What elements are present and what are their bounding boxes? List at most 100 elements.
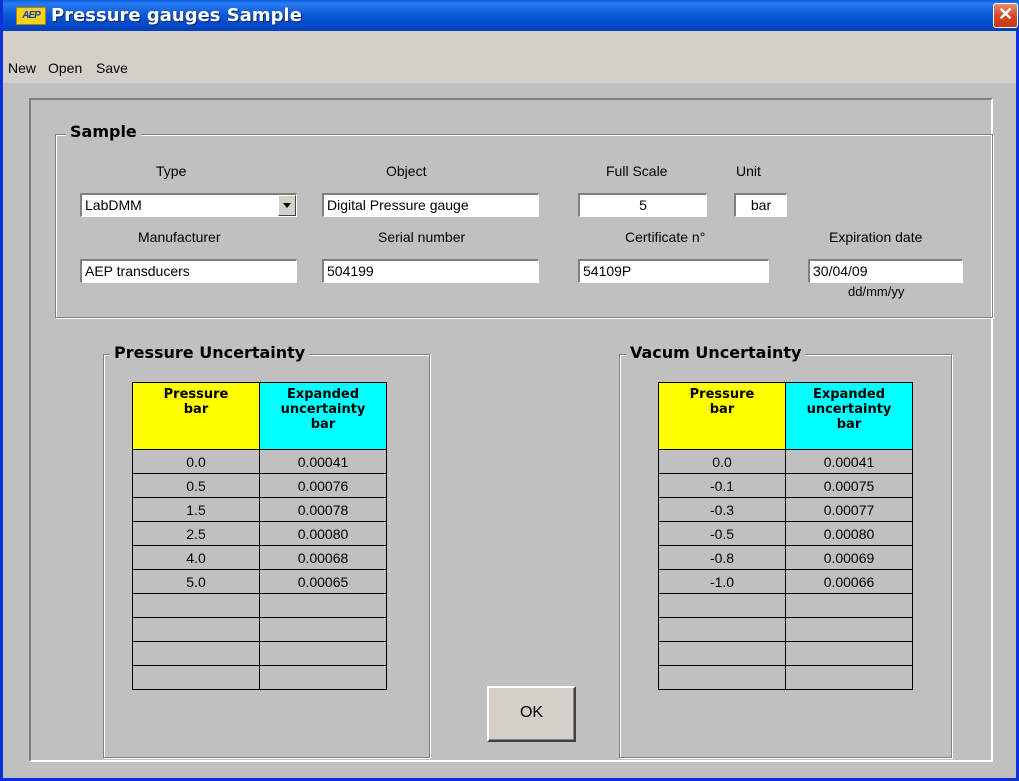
- sample-group: Sample Type LabDMM Object Digital Pressu…: [55, 122, 993, 318]
- table-cell[interactable]: 0.00080: [259, 521, 387, 546]
- date-format-hint: dd/mm/yy: [848, 284, 905, 299]
- table-cell[interactable]: [132, 641, 260, 666]
- vacuum-legend: Vacum Uncertainty: [626, 343, 806, 362]
- table-cell[interactable]: 2.5: [132, 521, 260, 546]
- main-panel: Sample Type LabDMM Object Digital Pressu…: [29, 98, 993, 762]
- table-cell[interactable]: 0.00065: [259, 569, 387, 594]
- table-cell[interactable]: [658, 617, 786, 642]
- unit-field[interactable]: bar: [734, 193, 787, 217]
- close-button[interactable]: ✕: [993, 3, 1018, 28]
- table-cell[interactable]: 0.00080: [785, 521, 913, 546]
- uncertainty-col-header: Expanded uncertainty bar: [259, 382, 387, 450]
- client-area: Sample Type LabDMM Object Digital Pressu…: [9, 86, 1013, 772]
- pressure-legend: Pressure Uncertainty: [110, 343, 310, 362]
- table-row: -1.0 0.00066: [658, 569, 913, 594]
- table-row: 0.5 0.00076: [132, 473, 387, 498]
- table-cell[interactable]: [132, 617, 260, 642]
- table-row: [132, 593, 387, 618]
- table-row: -0.1 0.00075: [658, 473, 913, 498]
- table-row: [658, 617, 913, 642]
- sample-legend: Sample: [66, 122, 141, 141]
- type-select[interactable]: LabDMM: [80, 193, 297, 217]
- table-cell[interactable]: 0.00069: [785, 545, 913, 570]
- table-cell[interactable]: 1.5: [132, 497, 260, 522]
- unit-label: Unit: [736, 163, 761, 179]
- table-row: -0.3 0.00077: [658, 497, 913, 522]
- table-cell[interactable]: [658, 665, 786, 690]
- menu-save[interactable]: Save: [96, 60, 128, 76]
- manufacturer-label: Manufacturer: [138, 229, 221, 245]
- table-row: 5.0 0.00065: [132, 569, 387, 594]
- table-cell[interactable]: [132, 665, 260, 690]
- table-row: [132, 617, 387, 642]
- table-cell[interactable]: [259, 593, 387, 618]
- table-cell[interactable]: [259, 665, 387, 690]
- table-cell[interactable]: [785, 617, 913, 642]
- table-cell[interactable]: 0.5: [132, 473, 260, 498]
- table-row: [132, 641, 387, 666]
- app-logo-icon: AEP: [16, 7, 46, 25]
- menu-open[interactable]: Open: [48, 60, 82, 76]
- table-cell[interactable]: [658, 641, 786, 666]
- table-row: [658, 665, 913, 690]
- vacuum-table: Pressure bar Expanded uncertainty bar 0.0 0.…: [658, 382, 913, 690]
- table-row: 1.5 0.00078: [132, 497, 387, 522]
- table-cell[interactable]: [259, 617, 387, 642]
- table-row: 0.0 0.00041: [658, 449, 913, 474]
- expiration-field[interactable]: 30/04/09: [808, 259, 963, 283]
- table-cell[interactable]: 0.00068: [259, 545, 387, 570]
- table-cell[interactable]: 0.00076: [259, 473, 387, 498]
- certificate-field[interactable]: 54109P: [578, 259, 769, 283]
- table-cell[interactable]: -0.5: [658, 521, 786, 546]
- table-cell[interactable]: 5.0: [132, 569, 260, 594]
- table-row: [132, 665, 387, 690]
- ok-button[interactable]: OK: [487, 686, 576, 742]
- pressure-col-header: Pressure bar: [658, 382, 786, 450]
- table-row: -0.8 0.00069: [658, 545, 913, 570]
- pressure-table: Pressure bar Expanded uncertainty bar 0.0 0.…: [132, 382, 387, 690]
- type-value: LabDMM: [85, 197, 142, 213]
- full-scale-field[interactable]: 5: [578, 193, 707, 217]
- table-cell[interactable]: [785, 641, 913, 666]
- certificate-label: Certificate n°: [625, 229, 706, 245]
- object-label: Object: [386, 163, 427, 179]
- table-cell[interactable]: 0.00078: [259, 497, 387, 522]
- table-cell[interactable]: -0.8: [658, 545, 786, 570]
- table-row: [658, 641, 913, 666]
- table-cell[interactable]: [259, 641, 387, 666]
- table-cell[interactable]: -1.0: [658, 569, 786, 594]
- table-row: 4.0 0.00068: [132, 545, 387, 570]
- table-cell[interactable]: -0.3: [658, 497, 786, 522]
- manufacturer-field[interactable]: AEP transducers: [80, 259, 297, 283]
- table-cell[interactable]: 4.0: [132, 545, 260, 570]
- table-cell[interactable]: -0.1: [658, 473, 786, 498]
- pressure-col-header: Pressure bar: [132, 382, 260, 450]
- table-cell[interactable]: [785, 593, 913, 618]
- type-label: Type: [156, 163, 187, 179]
- expiration-label: Expiration date: [829, 229, 923, 245]
- table-cell[interactable]: 0.00066: [785, 569, 913, 594]
- uncertainty-col-header: Expanded uncertainty bar: [785, 382, 913, 450]
- table-row: 0.0 0.00041: [132, 449, 387, 474]
- title-bar[interactable]: AEP Pressure gauges Sample ✕: [3, 0, 1019, 31]
- object-field[interactable]: Digital Pressure gauge: [322, 193, 539, 217]
- table-row: -0.5 0.00080: [658, 521, 913, 546]
- table-cell[interactable]: 0.00041: [785, 449, 913, 474]
- pressure-group: Pressure Uncertainty Pressure bar Expande…: [103, 343, 430, 758]
- full-scale-label: Full Scale: [606, 163, 668, 179]
- table-cell[interactable]: 0.00041: [259, 449, 387, 474]
- table-cell[interactable]: 0.0: [132, 449, 260, 474]
- vacuum-group: Vacum Uncertainty Pressure bar Expanded un…: [619, 343, 952, 758]
- serial-field[interactable]: 504199: [322, 259, 539, 283]
- table-cell[interactable]: 0.00075: [785, 473, 913, 498]
- table-row: 2.5 0.00080: [132, 521, 387, 546]
- chevron-down-icon[interactable]: [278, 195, 296, 216]
- table-cell[interactable]: [658, 593, 786, 618]
- menu-new[interactable]: New: [8, 60, 36, 76]
- app-window: AEP Pressure gauges Sample ✕ New Open Sa…: [0, 0, 1019, 781]
- table-cell[interactable]: 0.0: [658, 449, 786, 474]
- table-cell[interactable]: [785, 665, 913, 690]
- table-cell[interactable]: [132, 593, 260, 618]
- menu-bar: New Open Save: [3, 31, 1016, 83]
- table-cell[interactable]: 0.00077: [785, 497, 913, 522]
